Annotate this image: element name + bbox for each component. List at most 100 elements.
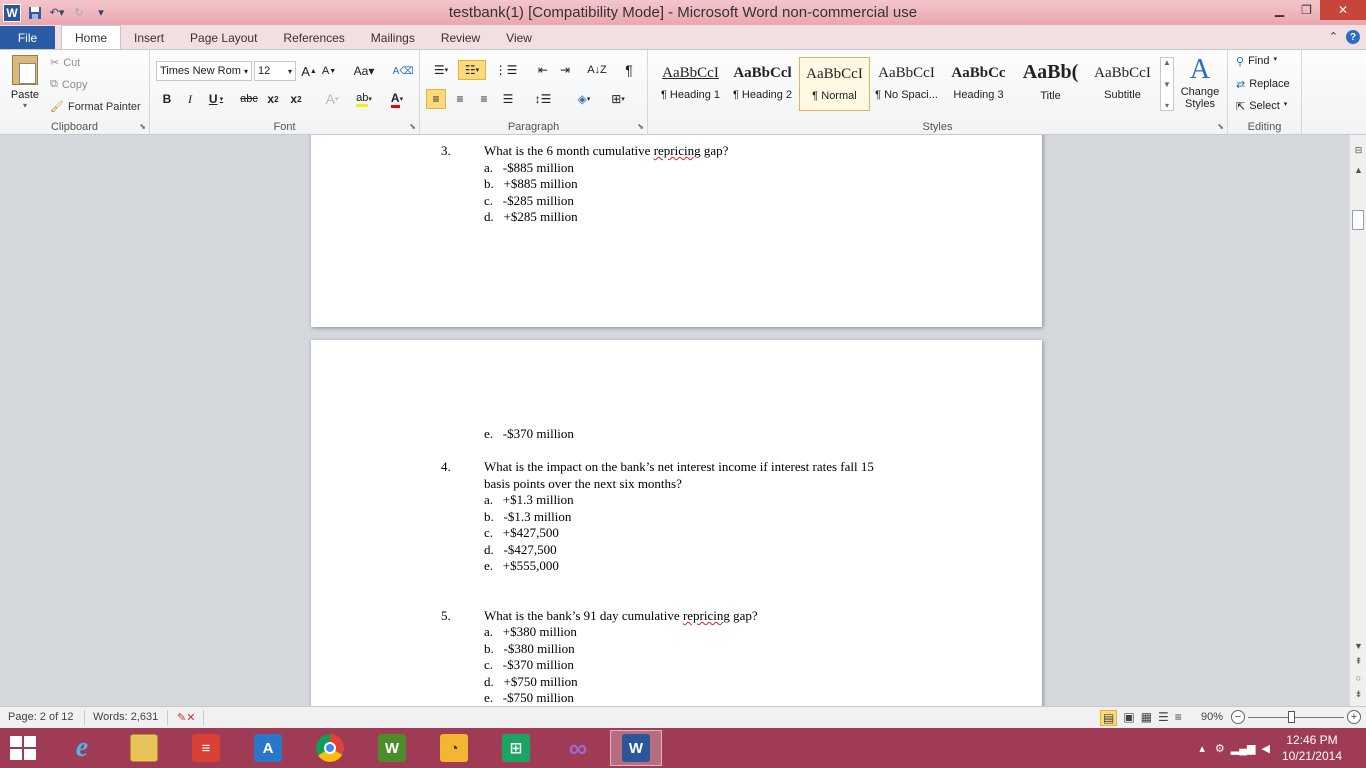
multilevel-list-icon[interactable]: ⋮☰ <box>492 60 520 80</box>
styles-gallery-scroll[interactable]: ▲ ▼ ▾ <box>1160 57 1174 111</box>
proofing-icon[interactable]: ✎✕ <box>177 711 195 724</box>
zoom-slider-handle[interactable] <box>1288 711 1295 723</box>
bullets-icon[interactable]: ☰ ▾ <box>428 60 454 80</box>
clear-formatting-icon[interactable]: A⌫ <box>393 61 414 81</box>
font-color-icon[interactable]: A ▾ <box>384 89 410 109</box>
taskbar-speedometer-app[interactable]: ◔ <box>428 730 480 766</box>
cut-button[interactable]: ✂ Cut <box>50 56 80 70</box>
taskbar-internet-explorer[interactable]: e <box>56 730 108 766</box>
highlight-color-icon[interactable]: ab ▾ <box>350 89 378 109</box>
tab-references[interactable]: References <box>270 26 357 49</box>
tray-app-icon[interactable]: ⚙ <box>1215 742 1225 755</box>
format-painter-button[interactable]: 🖌 Format Painter <box>50 100 141 114</box>
taskbar-store[interactable]: ⊞ <box>490 730 542 766</box>
italic-icon[interactable]: I <box>181 89 199 109</box>
copy-button[interactable]: ⧉ Copy <box>50 78 88 91</box>
style-normal[interactable]: AaBbCcI ¶ Normal <box>799 57 870 111</box>
sort-icon[interactable]: A↓Z <box>586 60 608 80</box>
close-button[interactable]: ✕ <box>1320 0 1366 20</box>
show-formatting-icon[interactable]: ¶ <box>620 60 638 80</box>
network-icon[interactable]: ▂▄▆ <box>1231 742 1256 755</box>
increase-indent-icon[interactable]: ⇥ <box>556 60 574 80</box>
customize-qat-icon[interactable]: ▾ <box>93 5 109 21</box>
restore-button[interactable]: ❐ <box>1293 0 1320 20</box>
taskbar-todoist[interactable]: ≡ <box>180 730 232 766</box>
zoom-level[interactable]: 90% <box>1201 711 1223 723</box>
change-case-icon[interactable]: Aa▾ <box>352 61 376 81</box>
vertical-scrollbar[interactable]: ⊟ ▲ ▼ ⇞ ○ ⇟ <box>1349 135 1366 706</box>
save-icon[interactable] <box>27 5 43 21</box>
style-subtitle[interactable]: AaBbCcI Subtitle <box>1087 57 1158 111</box>
spelling-flagged-word[interactable]: repricing <box>683 608 730 623</box>
taskbar-wunderlist[interactable]: W <box>366 730 418 766</box>
draft-icon[interactable]: ≡ <box>1175 710 1182 726</box>
browse-object-icon[interactable]: ○ <box>1352 673 1365 683</box>
paste-button[interactable]: Paste ▾ <box>6 55 44 117</box>
minimize-button[interactable]: ▁ <box>1266 0 1293 20</box>
shrink-font-icon[interactable]: A ▼ <box>320 61 338 81</box>
shading-icon[interactable]: ◈ ▾ <box>570 89 598 109</box>
taskbar-chrome[interactable] <box>304 730 356 766</box>
word-app-icon[interactable]: W <box>3 3 21 22</box>
justify-icon[interactable]: ☰ <box>498 89 518 109</box>
redo-icon[interactable]: ↻ <box>71 5 87 21</box>
tab-page-layout[interactable]: Page Layout <box>177 26 270 49</box>
bold-icon[interactable]: B <box>158 89 176 109</box>
tab-file[interactable]: File <box>0 26 55 49</box>
outline-icon[interactable]: ☰ <box>1158 710 1169 726</box>
align-left-icon[interactable]: ≡ <box>426 89 446 109</box>
font-name-box[interactable]: Times New Rom ▾ <box>156 61 252 81</box>
align-center-icon[interactable]: ≡ <box>450 89 470 109</box>
find-button[interactable]: ⚲ Find ▾ <box>1236 55 1277 68</box>
page-count[interactable]: Page: 2 of 12 <box>8 711 73 723</box>
tab-review[interactable]: Review <box>428 26 493 49</box>
more-styles-icon[interactable]: ▾ <box>1165 101 1169 110</box>
next-page-icon[interactable]: ⇟ <box>1352 689 1365 700</box>
styles-launcher-icon[interactable]: ⬊ <box>1217 122 1224 131</box>
taskbar-app-a[interactable]: A <box>242 730 294 766</box>
volume-icon[interactable]: ◀ <box>1261 742 1269 755</box>
ruler-toggle-icon[interactable]: ⊟ <box>1352 145 1365 156</box>
zoom-in-icon[interactable]: + <box>1347 710 1361 724</box>
zoom-slider-track[interactable] <box>1248 717 1344 718</box>
grow-font-icon[interactable]: A ▲ <box>300 61 318 81</box>
superscript-icon[interactable]: x2 <box>287 89 305 109</box>
start-button[interactable] <box>10 736 38 760</box>
word-count[interactable]: Words: 2,631 <box>93 711 158 723</box>
style-heading-3[interactable]: AaBbCc Heading 3 <box>943 57 1014 111</box>
help-icon[interactable]: ? <box>1346 30 1360 44</box>
strikethrough-icon[interactable]: abc <box>238 89 260 109</box>
replace-button[interactable]: ⇄ Replace <box>1236 78 1290 91</box>
page[interactable]: 3. What is the 6 month cumulative repric… <box>311 135 1042 327</box>
taskbar-word[interactable]: W <box>610 730 662 766</box>
font-launcher-icon[interactable]: ⬊ <box>409 122 416 131</box>
print-layout-icon[interactable]: ▤ <box>1100 710 1118 726</box>
align-right-icon[interactable]: ≡ <box>474 89 494 109</box>
line-spacing-icon[interactable]: ↕☰ <box>530 89 556 109</box>
scroll-up-icon[interactable]: ▲ <box>1163 58 1171 67</box>
full-screen-reading-icon[interactable]: ▣ <box>1123 710 1134 726</box>
scroll-down-icon[interactable]: ▼ <box>1352 641 1365 651</box>
style-no-spacing[interactable]: AaBbCcI ¶ No Spaci... <box>871 57 942 111</box>
scroll-down-icon[interactable]: ▼ <box>1163 80 1171 89</box>
paragraph-launcher-icon[interactable]: ⬊ <box>637 122 644 131</box>
style-title[interactable]: AaBb( Title <box>1015 57 1086 111</box>
web-layout-icon[interactable]: ▦ <box>1141 710 1152 726</box>
scroll-up-icon[interactable]: ▲ <box>1352 165 1365 175</box>
tab-home[interactable]: Home <box>61 25 122 49</box>
undo-icon[interactable]: ↶▾ <box>49 5 65 21</box>
scroll-thumb[interactable] <box>1352 210 1364 230</box>
text-effects-icon[interactable]: A ▾ <box>320 89 344 109</box>
zoom-out-icon[interactable]: − <box>1231 710 1245 724</box>
page[interactable]: e. -$370 million 4. What is the impact o… <box>311 340 1042 706</box>
subscript-icon[interactable]: x2 <box>264 89 282 109</box>
numbering-icon[interactable]: ☷ ▾ <box>458 60 486 80</box>
minimize-ribbon-icon[interactable]: ⌃ <box>1329 30 1338 44</box>
spelling-flagged-word[interactable]: repricing <box>654 143 701 158</box>
decrease-indent-icon[interactable]: ⇤ <box>534 60 552 80</box>
tab-view[interactable]: View <box>493 26 545 49</box>
borders-icon[interactable]: ⊞ ▾ <box>604 89 632 109</box>
taskbar-file-explorer[interactable] <box>118 730 170 766</box>
style-heading-1[interactable]: AaBbCcI ¶ Heading 1 <box>655 57 726 111</box>
document-area[interactable]: 3. What is the 6 month cumulative repric… <box>0 135 1349 706</box>
